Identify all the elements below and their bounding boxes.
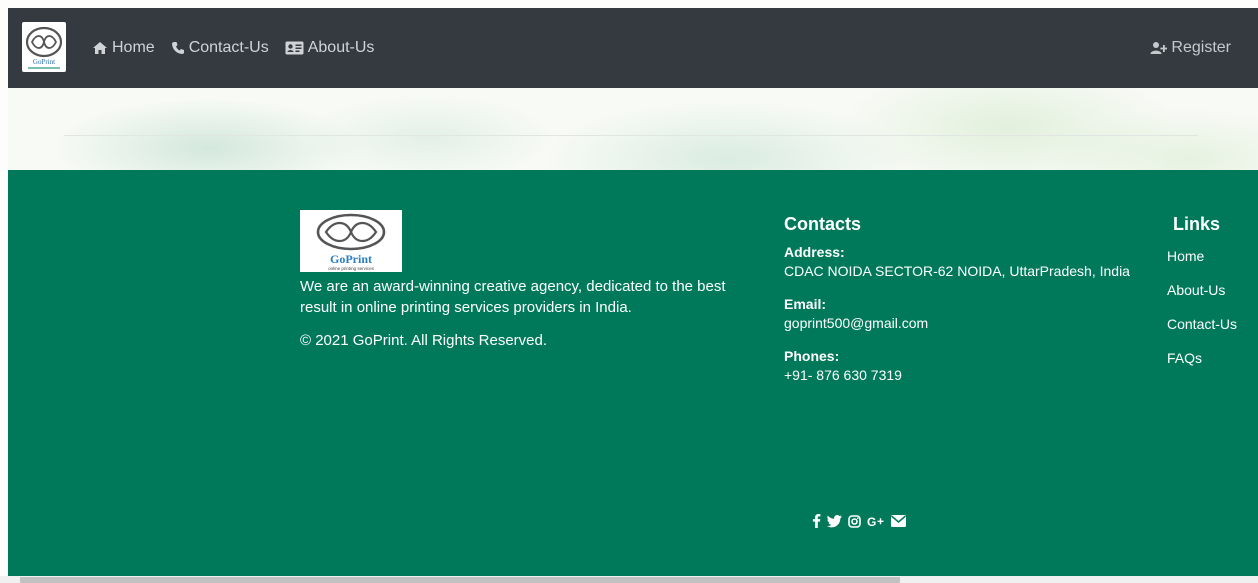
about-text: We are an award-winning creative agency,… <box>300 278 726 316</box>
nav-links: Home Contact-Us About-Us <box>92 8 374 88</box>
home-icon <box>93 42 107 54</box>
goprint-logo-icon: GoPrint <box>25 26 63 69</box>
page: GoPrint Home Contact-Us About-Us Registe… <box>0 0 1258 583</box>
scrollbar-thumb[interactable] <box>20 577 900 583</box>
footer-link-about[interactable]: About-Us <box>1167 281 1258 299</box>
user-plus-icon <box>1150 42 1168 54</box>
footer: GoPrint online printing services We are … <box>8 170 1258 576</box>
envelope-icon[interactable] <box>891 515 906 527</box>
nav-item-about[interactable]: About-Us <box>285 39 375 57</box>
facebook-icon[interactable] <box>812 514 821 528</box>
links-heading: Links <box>1173 214 1221 234</box>
footer-logo: GoPrint online printing services <box>300 210 402 272</box>
footer-link-contact[interactable]: Contact-Us <box>1167 315 1258 333</box>
nav-item-contact[interactable]: Contact-Us <box>171 39 269 57</box>
navbar: GoPrint Home Contact-Us About-Us Registe… <box>8 8 1258 88</box>
phones-label: Phones: <box>784 348 840 364</box>
logo-wordmark: GoPrint <box>330 252 372 266</box>
hero-banner <box>8 88 1258 170</box>
nav-item-home[interactable]: Home <box>92 39 155 57</box>
logo-wordmark: GoPrint <box>33 58 55 66</box>
footer-link-home[interactable]: Home <box>1167 247 1258 265</box>
copyright: © 2021 GoPrint. All Rights Reserved. <box>300 332 548 349</box>
horizontal-scrollbar[interactable] <box>0 576 1258 583</box>
phone-icon <box>171 42 184 54</box>
logo-tagline: online printing services <box>328 266 375 271</box>
address-value: CDAC NOIDA SECTOR-62 NOIDA, UttarPradesh… <box>784 263 1130 279</box>
social-links: G <box>812 514 906 528</box>
brand-logo[interactable]: GoPrint <box>22 22 66 72</box>
contacts-section: Contacts Address: CDAC NOIDA SECTOR-62 N… <box>784 214 1144 399</box>
instagram-icon[interactable] <box>848 514 861 528</box>
phones-value: +91- 876 630 7319 <box>784 367 902 383</box>
nav-item-label: Contact-Us <box>188 39 269 56</box>
nav-item-label: About-Us <box>307 39 375 56</box>
address-label: Address: <box>784 244 845 260</box>
email-label: Email: <box>784 296 827 312</box>
nav-item-label: Home <box>112 39 155 56</box>
svg-text:G: G <box>867 515 876 528</box>
footer-link-faqs[interactable]: FAQs <box>1167 349 1258 367</box>
register-link[interactable]: Register <box>1150 8 1231 88</box>
register-label: Register <box>1171 39 1231 56</box>
twitter-icon[interactable] <box>827 514 842 528</box>
footer-brand: GoPrint online printing services We are … <box>300 210 740 349</box>
google-plus-icon[interactable]: G <box>867 515 885 528</box>
id-card-icon <box>285 41 304 55</box>
links-section: Links Home About-Us Contact-Us FAQs <box>1167 214 1258 383</box>
goprint-logo-icon: GoPrint online printing services <box>316 213 386 271</box>
divider <box>64 135 1198 136</box>
email-value[interactable]: goprint500@gmail.com <box>784 313 1144 333</box>
contacts-heading: Contacts <box>784 214 862 234</box>
